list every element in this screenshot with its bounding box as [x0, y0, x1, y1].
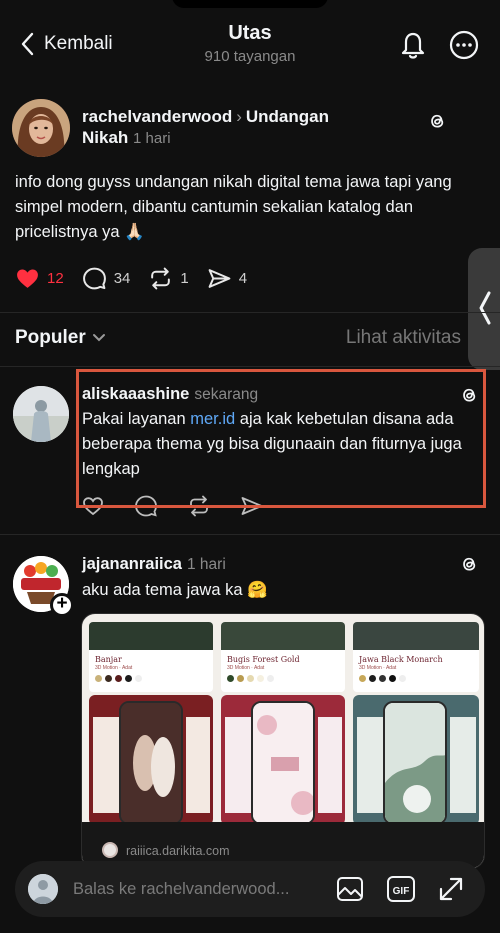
send-icon — [208, 269, 231, 288]
site-favicon-icon — [102, 842, 118, 858]
comment-count: 34 — [113, 270, 131, 287]
sort-label: Populer — [15, 327, 86, 348]
comment-author-avatar[interactable] — [13, 386, 69, 442]
title-block: Utas 910 tayangan — [150, 22, 350, 65]
reply-input[interactable]: Balas ke rachelvanderwood... — [73, 880, 289, 899]
comment-header: jajananraiica 1 hari — [82, 555, 226, 574]
share-count: 4 — [238, 270, 248, 287]
view-activity-link[interactable]: Lihat aktivitas — [346, 327, 461, 349]
color-swatches — [89, 671, 213, 686]
reply-composer[interactable]: Balas ke rachelvanderwood... GIF — [15, 861, 485, 917]
heart-filled-icon — [17, 269, 38, 288]
back-button[interactable]: Kembali — [18, 31, 113, 57]
template-screenshot — [353, 695, 479, 825]
template-sub: 3D Motion · Adat — [227, 665, 265, 671]
template-thumbnail — [221, 622, 345, 650]
comment-bubble-icon — [82, 267, 106, 290]
sort-dropdown[interactable]: Populer — [15, 327, 106, 349]
share-button[interactable]: 4 — [207, 266, 247, 291]
bell-icon[interactable] — [398, 28, 428, 60]
template-screenshot — [89, 695, 213, 825]
template-thumbnail — [353, 622, 479, 650]
image-gallery-icon[interactable] — [335, 874, 365, 904]
phone-mockup — [119, 701, 183, 825]
template-name: Bugis Forest Gold — [227, 655, 300, 664]
view-count: 910 tayangan — [204, 48, 296, 65]
phone-mockup — [383, 701, 447, 825]
like-button[interactable]: 12 — [15, 266, 64, 291]
post-actions: 12 34 1 4 — [15, 266, 265, 291]
side-panel-handle[interactable] — [468, 248, 500, 370]
template-thumbnail — [89, 622, 213, 650]
template-card[interactable]: Banjar 3D Motion · Adat — [89, 622, 213, 692]
chevron-down-icon — [92, 334, 105, 342]
repost-icon — [151, 267, 171, 290]
divider — [0, 366, 500, 367]
comment-button[interactable]: 34 — [82, 266, 131, 291]
comment-time: 1 hari — [186, 556, 226, 573]
divider — [0, 534, 500, 535]
phone-mockup — [251, 701, 315, 825]
gif-icon[interactable]: GIF — [386, 874, 416, 904]
link-preview-card[interactable]: Banjar 3D Motion · Adat Bugis Forest Gol… — [81, 613, 485, 869]
repost-button[interactable]: 1 — [148, 266, 189, 291]
preview-domain[interactable]: raiiica.darikita.com — [126, 844, 230, 858]
comment-username[interactable]: jajananraiica — [82, 555, 182, 573]
post-username[interactable]: rachelvanderwood — [82, 107, 232, 126]
follow-plus-button[interactable]: + — [50, 593, 74, 617]
color-swatches — [353, 671, 479, 686]
threads-logo-icon[interactable] — [426, 110, 448, 132]
svg-text:GIF: GIF — [393, 886, 410, 897]
template-screenshot — [221, 695, 345, 825]
chevron-left-icon — [479, 291, 491, 325]
post-author-avatar[interactable] — [12, 99, 70, 157]
template-name: Jawa Black Monarch — [359, 655, 443, 664]
like-count: 12 — [47, 270, 64, 287]
post-header: rachelvanderwood › Undangan Nikah 1 hari — [82, 106, 372, 149]
template-card[interactable]: Bugis Forest Gold 3D Motion · Adat — [221, 622, 345, 692]
more-options-icon[interactable] — [448, 29, 480, 61]
back-label: Kembali — [44, 33, 113, 54]
template-sub: 3D Motion · Adat — [95, 665, 133, 671]
divider — [0, 312, 500, 313]
chevron-left-icon — [21, 32, 34, 56]
sort-bar: Populer Lihat aktivitas — [15, 325, 461, 351]
post-body: info dong guyss undangan nikah digital t… — [15, 173, 452, 241]
top-bar: Kembali Utas 910 tayangan — [0, 0, 500, 80]
post-time: 1 hari — [133, 130, 171, 147]
expand-icon[interactable] — [436, 874, 466, 904]
template-card[interactable]: Jawa Black Monarch 3D Motion · Adat — [353, 622, 479, 692]
template-name: Banjar — [95, 655, 122, 664]
comment-body: aku ada tema jawa ka 🤗 — [82, 581, 268, 599]
color-swatches — [221, 671, 345, 686]
topic-chevron-icon: › — [236, 107, 242, 126]
repost-count: 1 — [180, 270, 189, 287]
avatar — [28, 874, 58, 904]
highlight-box — [76, 369, 486, 508]
threads-logo-icon[interactable] — [458, 553, 480, 575]
template-sub: 3D Motion · Adat — [359, 665, 397, 671]
page-title: Utas — [228, 22, 272, 44]
